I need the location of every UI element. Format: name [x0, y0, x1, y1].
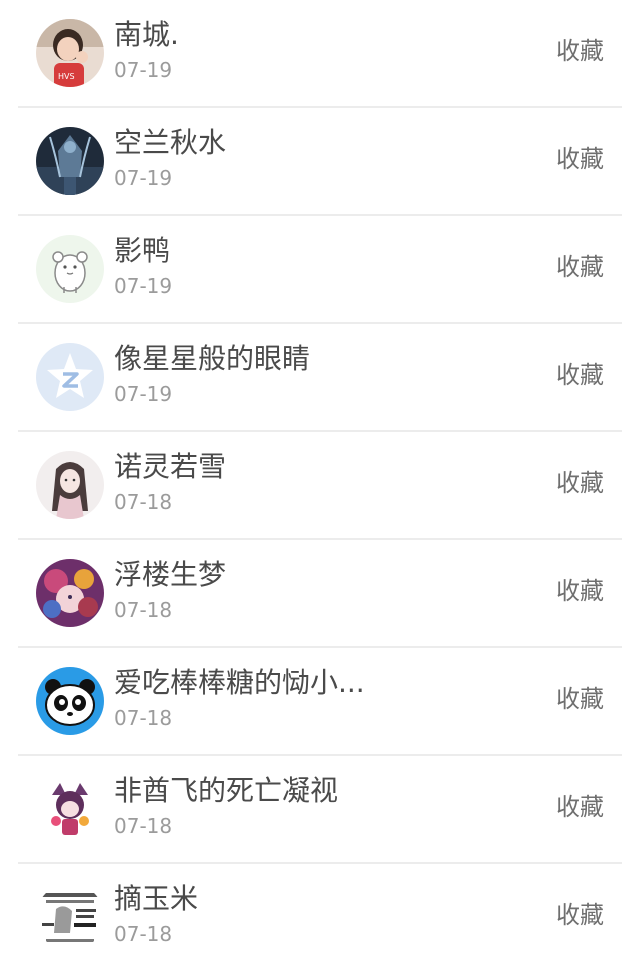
- date-label: 07-18: [114, 490, 173, 514]
- girl-photo-icon: HVS: [36, 19, 104, 87]
- avatar[interactable]: [36, 127, 104, 195]
- list-item[interactable]: 空兰秋水 07-19 收藏: [18, 108, 622, 216]
- user-name: 浮楼生梦: [114, 558, 227, 591]
- user-name: 像星星般的眼睛: [114, 342, 311, 375]
- favorite-button[interactable]: 收藏: [556, 144, 604, 174]
- panda-icon: [36, 667, 104, 735]
- armored-warrior-icon: [36, 127, 104, 195]
- favorite-button[interactable]: 收藏: [556, 900, 604, 930]
- date-label: 07-18: [114, 922, 173, 946]
- user-name: 爱吃棒棒糖的恸小...: [114, 666, 365, 699]
- avatar[interactable]: [36, 883, 104, 951]
- user-name: 摘玉米: [114, 882, 199, 915]
- anime-girl-sketch-icon: [36, 451, 104, 519]
- date-label: 07-18: [114, 706, 173, 730]
- date-label: 07-18: [114, 814, 173, 838]
- list-item[interactable]: 影鸭 07-19 收藏: [18, 216, 622, 324]
- favorite-button[interactable]: 收藏: [556, 792, 604, 822]
- avatar[interactable]: [36, 667, 104, 735]
- favorite-button[interactable]: 收藏: [556, 36, 604, 66]
- favorite-button[interactable]: 收藏: [556, 684, 604, 714]
- favorite-button[interactable]: 收藏: [556, 252, 604, 282]
- qzone-star-icon: [36, 343, 104, 411]
- avatar[interactable]: [36, 559, 104, 627]
- list-item[interactable]: 摘玉米 07-18 收藏: [18, 864, 622, 972]
- list-item[interactable]: 诺灵若雪 07-18 收藏: [18, 432, 622, 540]
- hamster-sketch-icon: [36, 235, 104, 303]
- avatar[interactable]: [36, 451, 104, 519]
- user-name: 诺灵若雪: [114, 450, 227, 483]
- favorite-button[interactable]: 收藏: [556, 576, 604, 606]
- user-name: 空兰秋水: [114, 126, 227, 159]
- list-item[interactable]: 像星星般的眼睛 07-19 收藏: [18, 324, 622, 432]
- favorite-button[interactable]: 收藏: [556, 360, 604, 390]
- meme-text-icon: [36, 883, 104, 951]
- list-item[interactable]: 非酋飞的死亡凝视 07-18 收藏: [18, 756, 622, 864]
- list-item[interactable]: HVS 南城. 07-19 收藏: [18, 0, 622, 108]
- anime-colorful-icon: [36, 559, 104, 627]
- avatar[interactable]: HVS: [36, 19, 104, 87]
- collection-list: HVS 南城. 07-19 收藏 空兰秋水 07-19 收藏 影鸭 07-19 …: [0, 0, 640, 972]
- avatar[interactable]: [36, 343, 104, 411]
- user-name: 影鸭: [114, 234, 171, 267]
- date-label: 07-19: [114, 166, 173, 190]
- date-label: 07-18: [114, 598, 173, 622]
- favorite-button[interactable]: 收藏: [556, 468, 604, 498]
- svg-text:HVS: HVS: [58, 72, 75, 81]
- date-label: 07-19: [114, 58, 173, 82]
- list-item[interactable]: 浮楼生梦 07-18 收藏: [18, 540, 622, 648]
- user-name: 非酋飞的死亡凝视: [114, 774, 339, 807]
- avatar[interactable]: [36, 235, 104, 303]
- avatar[interactable]: [36, 775, 104, 843]
- date-label: 07-19: [114, 382, 173, 406]
- date-label: 07-19: [114, 274, 173, 298]
- user-name: 南城.: [114, 18, 179, 51]
- list-item[interactable]: 爱吃棒棒糖的恸小... 07-18 收藏: [18, 648, 622, 756]
- anime-pink-icon: [36, 775, 104, 843]
